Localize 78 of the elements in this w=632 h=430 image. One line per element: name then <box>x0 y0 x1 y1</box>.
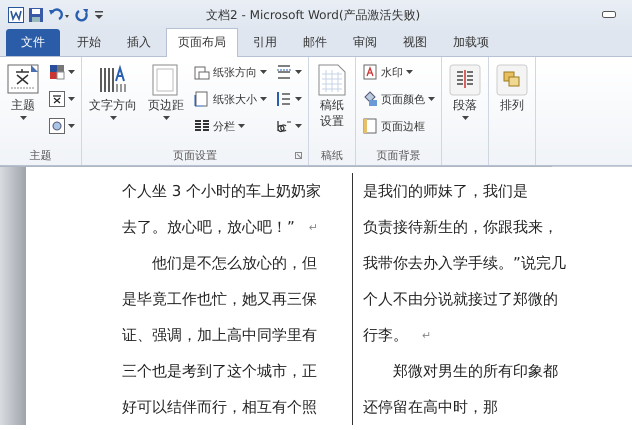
page-border-icon <box>362 118 378 134</box>
ribbon-button[interactable]: 稿纸设置 <box>313 60 351 134</box>
stacked-squares-icon <box>496 64 528 96</box>
caret-icon <box>295 124 302 128</box>
watermark-icon <box>362 64 378 80</box>
caret-icon <box>295 97 302 101</box>
text-line: 行李。 <box>363 326 408 344</box>
group-label: 页面背景 <box>376 148 420 162</box>
text-line: 郑微对男生的所有印象都 <box>392 362 558 380</box>
redo-icon[interactable] <box>75 8 89 22</box>
text-line: 证、强调，加上高中同学里有 <box>122 326 317 344</box>
caret-icon <box>20 116 26 120</box>
caret-icon <box>462 116 468 120</box>
ribbon-button[interactable]: 页面颜色 <box>360 87 437 111</box>
page-rotate-icon <box>194 64 210 80</box>
page-break-icon <box>276 64 292 80</box>
theme-icon <box>7 64 39 96</box>
group-label: 稿纸 <box>321 148 343 162</box>
ribbon-tab[interactable]: 插入 <box>116 29 162 56</box>
paragraph-mark: ↵ <box>422 328 432 342</box>
grid-paper-icon <box>316 64 348 96</box>
group-label: 主题 <box>30 148 52 162</box>
caret-icon <box>110 116 116 120</box>
ribbon-button[interactable]: 水印 <box>360 60 437 84</box>
paint-bucket-icon <box>362 91 378 107</box>
dialog-launcher-icon[interactable] <box>295 152 302 159</box>
caret-icon <box>260 70 267 74</box>
ribbon-tab[interactable]: 邮件 <box>292 29 338 56</box>
text-line: 三个也是考到了这个城市，正 <box>122 362 317 380</box>
caret-icon <box>68 97 75 101</box>
group-label: 页面设置 <box>173 148 217 162</box>
caret-icon <box>68 70 75 74</box>
word-logo-icon[interactable] <box>8 7 24 23</box>
undo-icon[interactable] <box>48 8 70 22</box>
ribbon-tab[interactable]: 引用 <box>242 29 288 56</box>
caret-icon <box>428 97 435 101</box>
ribbon-tab[interactable]: 开始 <box>66 29 112 56</box>
ribbon-button[interactable]: 主题 <box>4 60 42 124</box>
ribbon-tab[interactable]: 页面布局 <box>166 28 238 57</box>
caret-icon <box>162 116 170 120</box>
hyphenation-icon <box>276 118 292 134</box>
ribbon-button[interactable]: 分栏 <box>192 114 269 138</box>
columns-icon <box>194 118 210 134</box>
text-line: 个人不由分说就接过了郑微的 <box>363 290 558 308</box>
caret-icon <box>68 124 75 128</box>
ribbon-tab[interactable]: 审阅 <box>342 29 388 56</box>
window-title: 文档2 - Microsoft Word(产品激活失败) <box>206 6 422 24</box>
ribbon-tab[interactable]: 视图 <box>392 29 438 56</box>
ribbon-button[interactable]: 纸张大小 <box>192 87 269 111</box>
caret-icon <box>295 70 302 74</box>
text-line: 好可以结伴而行，相互有个照 <box>122 398 317 416</box>
ribbon-button[interactable]: 纸张方向 <box>192 60 269 84</box>
text-line: 负责接待新生的，你跟我来， <box>363 218 558 236</box>
text-line: 是我们的师妹了，我们是 <box>363 182 528 200</box>
caret-icon <box>260 97 267 101</box>
caret-icon <box>238 124 245 128</box>
customize-caret-icon[interactable] <box>94 8 104 22</box>
ribbon-button[interactable]: 排列 <box>493 60 531 118</box>
text-line: 去了。放心吧，放心吧！” <box>122 218 295 236</box>
paragraph-icon <box>449 64 481 96</box>
file-tab[interactable]: 文件 <box>6 29 60 56</box>
page-size-icon <box>194 91 210 107</box>
text-line: 他们是不怎么放心的，但 <box>151 254 317 272</box>
text-line: 我带你去办入学手续。”说完几 <box>363 254 566 272</box>
text-line: 是毕竟工作也忙，她又再三保 <box>122 290 317 308</box>
ribbon-button[interactable]: 页边距 <box>145 60 187 124</box>
save-icon[interactable] <box>29 8 43 22</box>
ribbon-button[interactable]: 页面边框 <box>360 114 437 138</box>
text-line: 个人坐 3 个小时的车上奶奶家 <box>122 182 322 200</box>
line-numbers-icon <box>276 91 292 107</box>
text-line: 还停留在高中时，那 <box>363 398 498 416</box>
ribbon-tab[interactable]: 加载项 <box>442 29 500 56</box>
ribbon-button[interactable]: 段落 <box>446 60 484 124</box>
color-squares-icon <box>49 64 65 80</box>
ribbon-button[interactable]: 文字方向 <box>86 60 140 124</box>
paragraph-mark: ↵ <box>308 220 318 234</box>
caret-icon <box>406 70 413 74</box>
minimize-icon <box>602 11 616 19</box>
